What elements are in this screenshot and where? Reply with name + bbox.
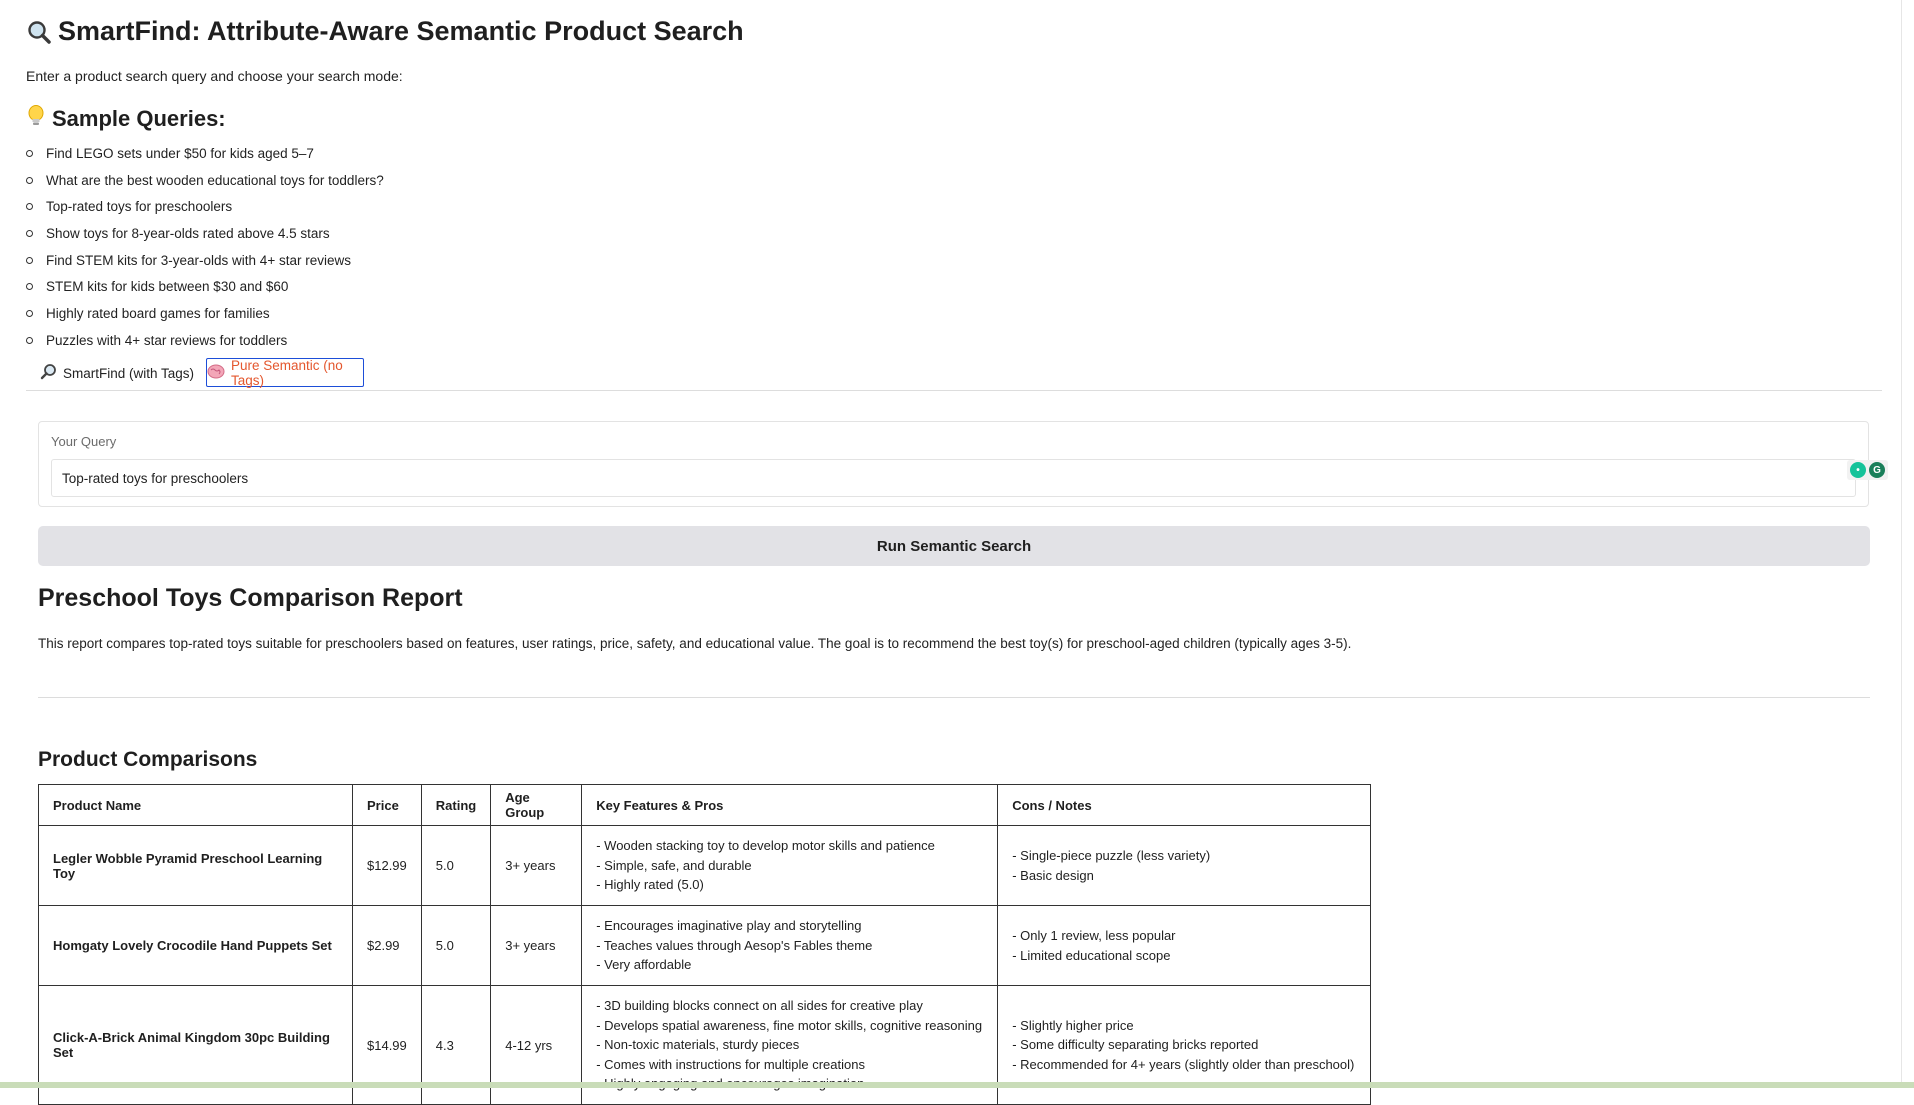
scrollbar[interactable] xyxy=(1901,0,1914,1088)
sample-query-item: Show toys for 8-year-olds rated above 4.… xyxy=(26,220,384,247)
sample-queries-list: Find LEGO sets under $50 for kids aged 5… xyxy=(26,140,384,354)
product-age: 3+ years xyxy=(490,825,583,906)
product-pros: - Wooden stacking toy to develop motor s… xyxy=(581,825,999,906)
bullet-icon xyxy=(26,256,33,264)
tab-smartfind[interactable]: SmartFind (with Tags) xyxy=(40,358,194,388)
bullet-icon xyxy=(26,203,33,211)
sample-query-item: Top-rated toys for preschoolers xyxy=(26,193,384,220)
bullet-icon xyxy=(26,229,33,237)
product-name: Homgaty Lovely Crocodile Hand Puppets Se… xyxy=(38,905,353,986)
sample-queries-title: Sample Queries: xyxy=(52,106,226,131)
product-rating: 5.0 xyxy=(420,825,492,906)
intro-text: Enter a product search query and choose … xyxy=(26,68,403,84)
query-label: Your Query xyxy=(51,434,117,449)
product-price: $12.99 xyxy=(352,825,422,906)
product-name: Legler Wobble Pyramid Preschool Learning… xyxy=(38,825,353,906)
product-comparisons-title: Product Comparisons xyxy=(38,748,258,771)
bullet-icon xyxy=(26,176,33,184)
tab-smartfind-label: SmartFind (with Tags) xyxy=(63,365,195,381)
brain-icon xyxy=(207,364,225,382)
search-mode-tabs: SmartFind (with Tags) Pure Semantic (no … xyxy=(26,358,1882,391)
grammarly-icon[interactable]: G xyxy=(1869,462,1885,478)
sample-query-item: STEM kits for kids between $30 and $60 xyxy=(26,273,384,300)
product-age: 3+ years xyxy=(490,905,583,986)
sample-query-item: Find STEM kits for 3-year-olds with 4+ s… xyxy=(26,247,384,274)
column-header: Price xyxy=(352,784,422,826)
table-row: Homgaty Lovely Crocodile Hand Puppets Se… xyxy=(38,905,1372,986)
lightbulb-icon[interactable]: • xyxy=(1850,462,1866,478)
lightbulb-icon xyxy=(26,104,46,134)
sample-query-item: Find LEGO sets under $50 for kids aged 5… xyxy=(26,140,384,167)
column-header: Key Features & Pros xyxy=(581,784,999,826)
report-title: Preschool Toys Comparison Report xyxy=(38,584,463,612)
column-header: Product Name xyxy=(38,784,353,826)
magnifying-glass-icon xyxy=(26,19,52,45)
sample-query-item: Highly rated board games for families xyxy=(26,300,384,327)
page-title-text: SmartFind: Attribute-Aware Semantic Prod… xyxy=(58,16,744,46)
column-header: Cons / Notes xyxy=(997,784,1372,826)
grammar-extension[interactable]: • G xyxy=(1847,460,1888,480)
comparison-table: Product Name Price Rating Age Group Key … xyxy=(38,784,1372,1105)
table-header-row: Product Name Price Rating Age Group Key … xyxy=(38,784,1372,826)
sample-query-item: Puzzles with 4+ star reviews for toddler… xyxy=(26,327,384,354)
product-rating: 5.0 xyxy=(420,905,492,986)
product-pros: - Encourages imaginative play and storyt… xyxy=(581,905,999,986)
column-header: Age Group xyxy=(490,784,583,826)
bullet-icon xyxy=(26,283,33,291)
magnifying-glass-icon xyxy=(40,363,57,383)
divider xyxy=(38,697,1870,698)
sample-query-item: What are the best wooden educational toy… xyxy=(26,167,384,194)
bullet-icon xyxy=(26,336,33,344)
page-title: SmartFind: Attribute-Aware Semantic Prod… xyxy=(26,16,744,47)
product-price: $2.99 xyxy=(352,905,422,986)
bottom-border xyxy=(0,1082,1914,1088)
tab-pure-semantic-label: Pure Semantic (no Tags) xyxy=(231,357,343,388)
page: SmartFind: Attribute-Aware Semantic Prod… xyxy=(0,0,1914,1105)
product-cons: - Single-piece puzzle (less variety) - B… xyxy=(997,825,1372,906)
tab-pure-semantic[interactable]: Pure Semantic (no Tags) xyxy=(206,357,364,388)
report-description: This report compares top-rated toys suit… xyxy=(38,636,1352,651)
query-input[interactable] xyxy=(51,459,1856,497)
bullet-icon xyxy=(26,149,33,157)
product-cons: - Only 1 review, less popular - Limited … xyxy=(997,905,1372,986)
query-panel: Your Query xyxy=(38,421,1869,507)
sample-queries-heading: Sample Queries: xyxy=(26,104,226,134)
table-row: Legler Wobble Pyramid Preschool Learning… xyxy=(38,825,1372,906)
bullet-icon xyxy=(26,309,33,317)
run-semantic-search-button[interactable]: Run Semantic Search xyxy=(38,526,1870,566)
column-header: Rating xyxy=(420,784,492,826)
